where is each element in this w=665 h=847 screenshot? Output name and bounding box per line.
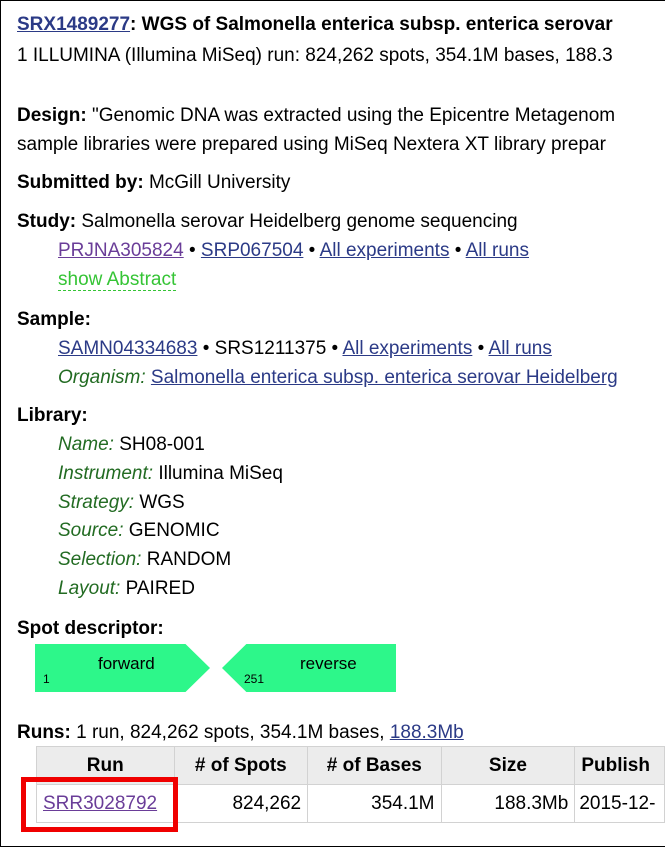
spot-forward-label: forward [98, 654, 155, 673]
library-layout: Layout: PAIRED [58, 578, 195, 600]
library-field-value: WGS [134, 492, 185, 513]
library-field-value: RANDOM [141, 549, 232, 570]
library-field-value: SH08-001 [113, 434, 205, 455]
study-links: PRJNA305824 • SRP067504 • All experiment… [58, 240, 529, 262]
separator: • [449, 240, 466, 261]
experiment-title: SRX1489277: WGS of Salmonella enterica s… [17, 14, 613, 36]
separator: • [303, 240, 320, 261]
spot-descriptor-label: Spot descriptor: [17, 618, 164, 639]
page-frame [0, 0, 665, 847]
biosample-link[interactable]: SAMN04334683 [58, 338, 197, 359]
library-field-value: GENOMIC [123, 520, 220, 541]
library-field-key: Source: [58, 520, 124, 541]
spot-reverse-segment: reverse 251 [222, 644, 396, 692]
experiment-title-text: : WGS of Salmonella enterica subsp. ente… [130, 14, 613, 35]
published-cell: 2015-12- [574, 784, 665, 823]
spots-cell: 824,262 [173, 784, 309, 823]
library-field-key: Layout: [58, 578, 121, 599]
organism-label: Organism: [58, 367, 146, 388]
runs-label: Runs: [17, 722, 71, 743]
show-abstract-row: show Abstract [58, 269, 177, 291]
column-header-published: Publish [574, 746, 665, 785]
experiment-accession-link[interactable]: SRX1489277 [17, 14, 130, 35]
study-label: Study: [17, 211, 77, 232]
spot-reverse-position: 251 [244, 672, 265, 686]
run-highlight-box [21, 777, 178, 832]
sample-label: Sample: [17, 309, 91, 330]
bioproject-link[interactable]: PRJNA305824 [58, 240, 184, 261]
study-all-runs-link[interactable]: All runs [466, 240, 529, 261]
runs-summary: Runs: 1 run, 824,262 spots, 354.1M bases… [17, 722, 464, 744]
design-label: Design: [17, 105, 87, 126]
library-name: Name: SH08-001 [58, 434, 205, 456]
spot-forward-segment: forward 1 [35, 644, 210, 692]
study: Study: Salmonella serovar Heidelberg gen… [17, 211, 518, 233]
column-header-spots: # of Spots [173, 746, 309, 785]
submitted-value: McGill University [143, 172, 291, 193]
sample-all-experiments-link[interactable]: All experiments [342, 338, 472, 359]
show-abstract-toggle[interactable]: show Abstract [58, 269, 177, 291]
library-label: Library: [17, 405, 88, 426]
separator: • [472, 338, 489, 359]
library-strategy: Strategy: WGS [58, 492, 185, 514]
study-all-experiments-link[interactable]: All experiments [320, 240, 450, 261]
column-header-bases: # of Bases [307, 746, 442, 785]
design-line-2: sample libraries were prepared using MiS… [17, 134, 606, 155]
library-source: Source: GENOMIC [58, 520, 220, 542]
separator: • [183, 240, 201, 261]
runs-summary-text: 1 run, 824,262 spots, 354.1M bases, [70, 722, 390, 743]
sample-links: SAMN04334683 • SRS1211375 • All experime… [58, 338, 552, 360]
submitted-by: Submitted by: McGill University [17, 172, 290, 194]
run-summary: 1 ILLUMINA (Illumina MiSeq) run: 824,262… [17, 45, 613, 66]
organism-row: Organism: Salmonella enterica subsp. ent… [58, 367, 618, 389]
library-field-value: Illumina MiSeq [153, 463, 283, 484]
library-field-key: Instrument: [58, 463, 154, 484]
spot-forward-position: 1 [43, 672, 50, 686]
library-instrument: Instrument: Illumina MiSeq [58, 463, 283, 485]
separator: • [197, 338, 215, 359]
srs-accession: SRS1211375 [214, 338, 327, 359]
srp-link[interactable]: SRP067504 [201, 240, 303, 261]
study-value: Salmonella serovar Heidelberg genome seq… [76, 211, 518, 232]
design-text-1: "Genomic DNA was extracted using the Epi… [86, 105, 616, 126]
library-field-key: Strategy: [58, 492, 135, 513]
design-line-1: Design: "Genomic DNA was extracted using… [17, 105, 615, 127]
library-field-key: Name: [58, 434, 114, 455]
organism-link[interactable]: Salmonella enterica subsp. enterica sero… [151, 367, 618, 388]
sample-all-runs-link[interactable]: All runs [489, 338, 552, 359]
bases-cell: 354.1M [307, 784, 442, 823]
runs-size-link[interactable]: 188.3Mb [390, 722, 464, 743]
submitted-label: Submitted by: [17, 172, 144, 193]
column-header-size: Size [440, 746, 576, 785]
library-field-key: Selection: [58, 549, 142, 570]
size-cell: 188.3Mb [440, 784, 576, 823]
library-selection: Selection: RANDOM [58, 549, 231, 571]
library-field-value: PAIRED [120, 578, 195, 599]
separator: • [326, 338, 343, 359]
spot-reverse-label: reverse [300, 654, 357, 673]
